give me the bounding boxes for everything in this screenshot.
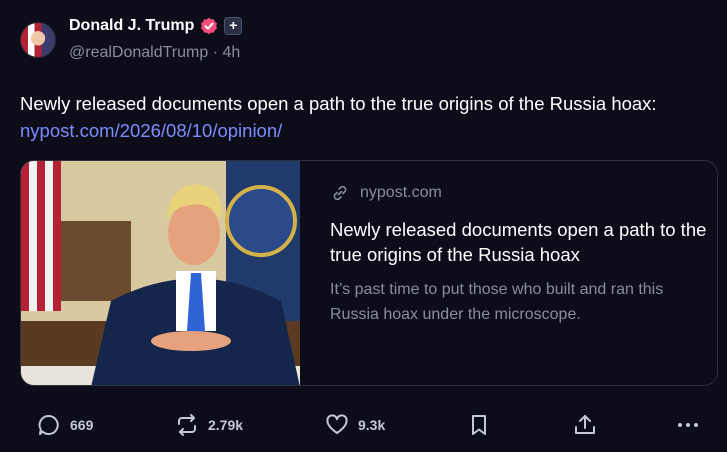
card-title: Newly released documents open a path to …: [330, 219, 707, 265]
post-text: Newly released documents open a path to …: [20, 93, 657, 114]
plus-badge: +: [224, 17, 243, 35]
action-bar: 669 2.79k 9.3k: [36, 412, 706, 442]
more-options-button[interactable]: [676, 412, 708, 438]
card-description: It’s past time to put those who built an…: [330, 281, 664, 323]
verified-icon: [200, 17, 218, 35]
author-handle[interactable]: @realDonaldTrump: [69, 44, 208, 61]
card-body: nypost.com Newly released documents open…: [330, 183, 710, 327]
bookmark-button[interactable]: [466, 412, 500, 438]
post-time[interactable]: 4h: [223, 44, 241, 61]
like-button[interactable]: 9.3k: [324, 412, 385, 438]
link-preview-card[interactable]: nypost.com Newly released documents open…: [20, 160, 718, 386]
heart-icon: [326, 414, 348, 434]
author-name[interactable]: Donald J. Trump: [69, 17, 194, 35]
post-link[interactable]: nypost.com/2026/08/10/opinion/: [20, 120, 282, 141]
card-image: [21, 161, 300, 385]
post-body: Newly released documents open a path to …: [20, 90, 710, 144]
like-count: 9.3k: [358, 417, 386, 433]
handle-row: @realDonaldTrump · 4h: [69, 44, 242, 62]
more-icon: [678, 423, 698, 427]
name-row: Donald J. Trump +: [69, 14, 243, 38]
share-button[interactable]: [572, 412, 606, 438]
avatar[interactable]: [20, 22, 56, 58]
share-icon: [575, 415, 595, 434]
repost-button[interactable]: 2.79k: [174, 412, 243, 438]
bookmark-icon: [472, 415, 486, 435]
repost-icon: [178, 414, 196, 436]
repost-count: 2.79k: [208, 417, 244, 433]
card-domain-row: nypost.com: [330, 183, 710, 203]
post-header: Donald J. Trump + @realDonaldTrump · 4h: [20, 14, 243, 62]
reply-icon: [38, 415, 59, 435]
reply-count: 669: [70, 417, 94, 433]
card-domain: nypost.com: [360, 184, 442, 201]
author-meta: Donald J. Trump + @realDonaldTrump · 4h: [69, 14, 243, 62]
link-icon: [333, 185, 347, 201]
reply-button[interactable]: 669: [36, 412, 93, 438]
separator-dot: ·: [212, 44, 219, 61]
